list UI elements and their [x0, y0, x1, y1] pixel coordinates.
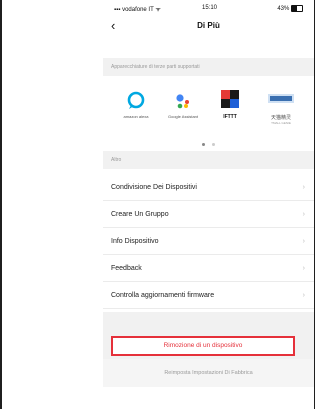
list-item-feedback[interactable]: Feedback › — [103, 255, 314, 282]
ifttt-logo-icon — [209, 88, 251, 114]
carrier-name: vodafone IT — [122, 7, 154, 13]
status-time: 15:10 — [202, 5, 218, 11]
chevron-right-icon: › — [302, 265, 305, 272]
list-item-create-group[interactable]: Creare Un Gruppo › — [103, 201, 314, 228]
chevron-right-icon: › — [302, 184, 305, 191]
partners-carousel[interactable]: amazon alexa Google Assistant IFTTT 天猫精灵… — [103, 76, 314, 148]
nav-bar: ‹ Di Più — [103, 16, 314, 38]
wifi-icon: ᯤ — [155, 7, 161, 13]
chevron-right-icon: › — [302, 292, 305, 299]
list-item-device-info[interactable]: Info Dispositivo › — [103, 228, 314, 255]
google-assistant-dots-icon — [162, 88, 204, 114]
page-dot[interactable] — [202, 143, 206, 146]
list-item-label: Condivisione Dei Dispositivi — [111, 184, 197, 191]
carousel-page-dots[interactable] — [103, 133, 314, 151]
partner-tmall-genie[interactable]: 天猫精灵 TMALL GENIE — [260, 88, 302, 125]
list-item-label: Creare Un Gruppo — [111, 211, 169, 218]
partner-label: amazon alexa — [123, 114, 149, 119]
list-item-label: Feedback — [111, 265, 142, 272]
partner-alexa[interactable]: amazon alexa — [115, 88, 157, 119]
list-item-firmware-check[interactable]: Controlla aggiornamenti firmware › — [103, 282, 314, 309]
carrier-info: ▪▪▪ vodafone IT ᯤ — [114, 5, 161, 13]
partner-label: 天猫精灵 — [270, 115, 291, 121]
tmall-genie-icon — [260, 88, 302, 114]
phone-screen: ▪▪▪ vodafone IT ᯤ 15:10 43% ‹ Di Più App… — [103, 0, 314, 409]
remove-device-button[interactable]: Rimozione di un dispositivo — [111, 336, 295, 356]
battery-percent: 43% — [277, 6, 290, 13]
partner-google-assistant[interactable]: Google Assistant — [162, 88, 204, 119]
page-dot[interactable] — [211, 143, 215, 146]
status-bar: ▪▪▪ vodafone IT ᯤ 15:10 43% — [103, 0, 314, 16]
partner-ifttt[interactable]: IFTTT — [209, 88, 251, 120]
left-frame-border — [0, 0, 2, 409]
partner-label: Google Assistant — [167, 114, 199, 119]
other-section-header: Altro — [103, 151, 314, 169]
factory-reset-button[interactable]: Reimposta Impostazioni Di Fabbrica — [103, 359, 314, 387]
battery-icon — [291, 5, 303, 12]
signal-icon: ▪▪▪ — [114, 7, 123, 13]
battery-indicator: 43% — [277, 5, 303, 12]
partner-label: IFTTT — [223, 114, 237, 120]
list-item-label: Info Dispositivo — [111, 238, 159, 245]
list-item-label: Controlla aggiornamenti firmware — [111, 292, 215, 299]
partner-sublabel: TMALL GENIE — [271, 121, 291, 125]
partners-section-header: Apparecchiature di terze parti supportat… — [103, 58, 314, 76]
chevron-right-icon: › — [302, 238, 305, 245]
list-item-device-sharing[interactable]: Condivisione Dei Dispositivi › — [103, 174, 314, 201]
settings-list: Condivisione Dei Dispositivi › Creare Un… — [103, 174, 314, 309]
page-title: Di Più — [197, 21, 220, 30]
chevron-right-icon: › — [302, 211, 305, 218]
alexa-ring-icon — [115, 88, 157, 114]
